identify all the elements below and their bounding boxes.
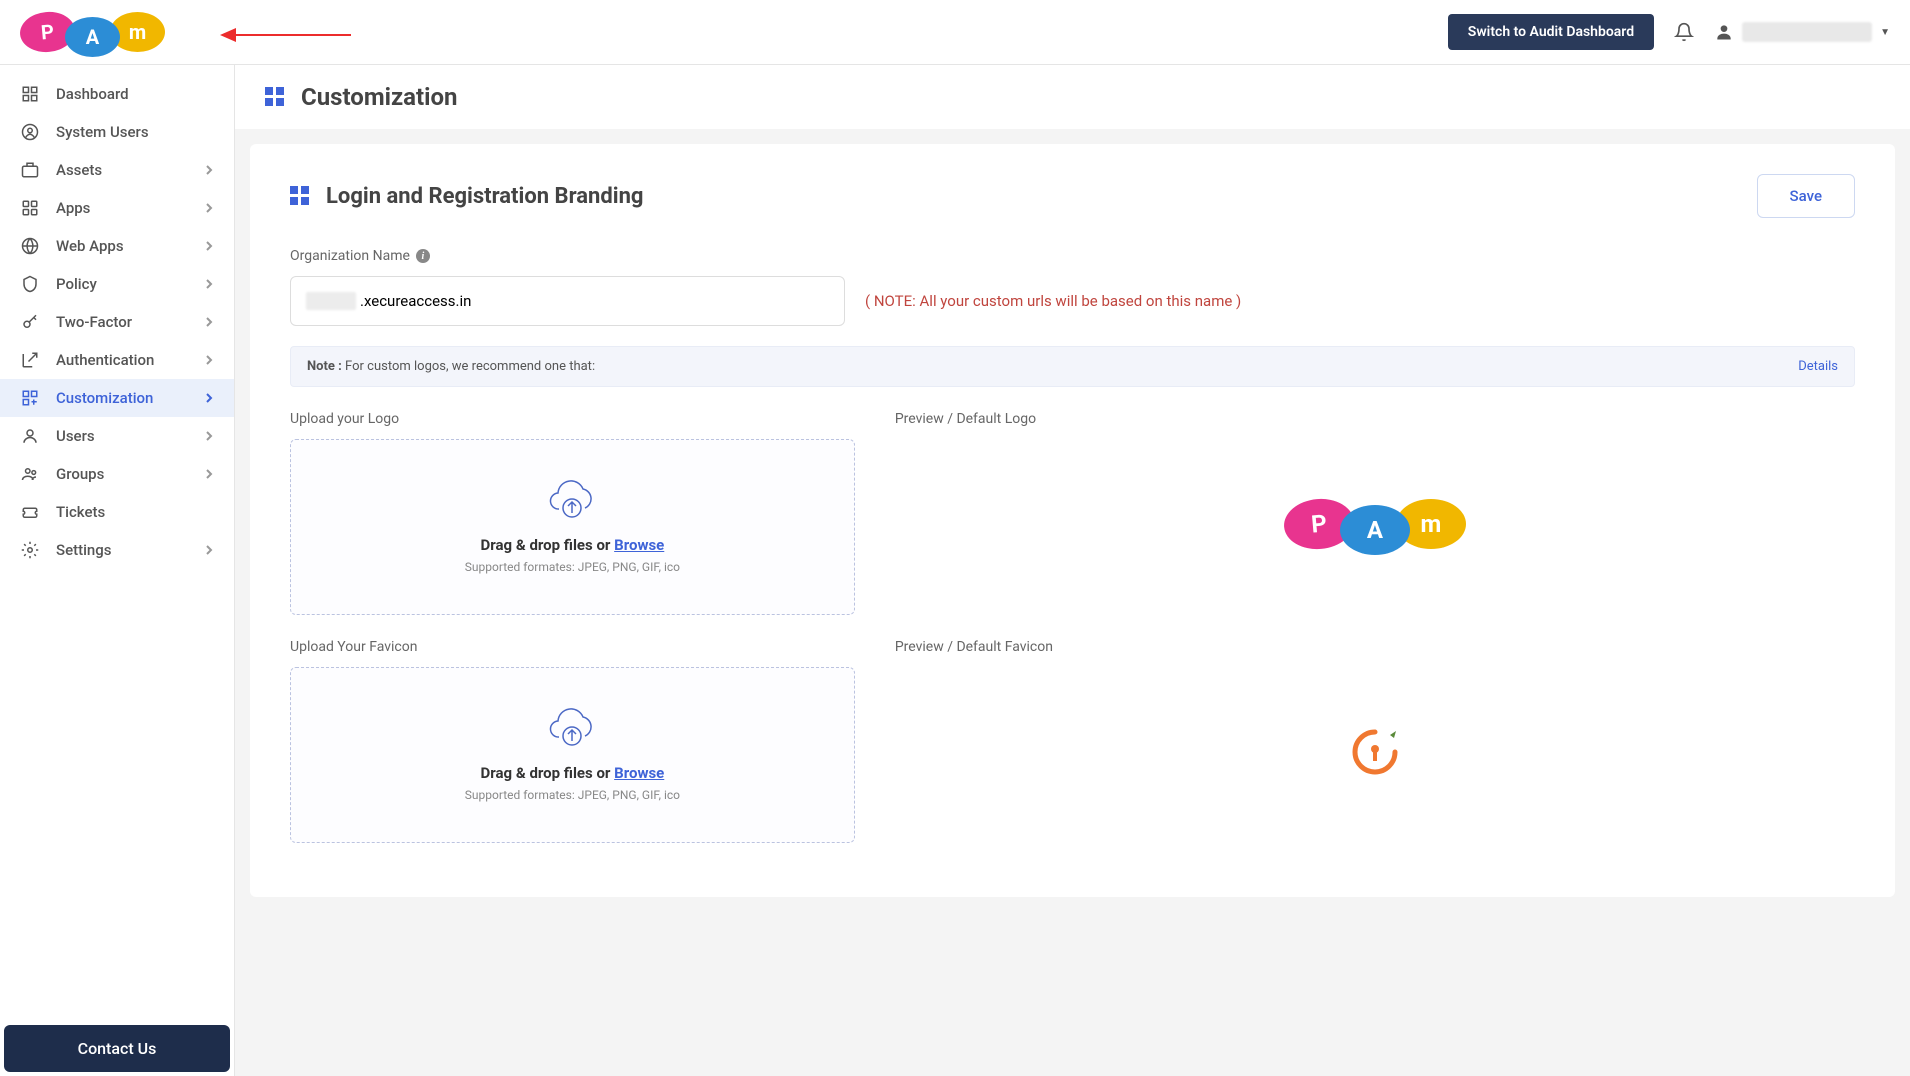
- sidebar-item-apps[interactable]: Apps: [0, 189, 234, 227]
- authentication-icon: [20, 350, 40, 370]
- customization-icon: [20, 388, 40, 408]
- header-right: Switch to Audit Dashboard ▼: [1448, 14, 1890, 50]
- contact-us-button[interactable]: Contact Us: [4, 1025, 230, 1072]
- default-logo-image: P A m: [1284, 499, 1466, 549]
- page-title: Customization: [301, 83, 458, 111]
- org-name-label: Organization Name i: [290, 248, 1855, 264]
- default-favicon-image: [1350, 727, 1400, 777]
- annotation-arrow: [220, 28, 351, 42]
- settings-icon: [20, 540, 40, 560]
- upload-logo-label: Upload your Logo: [290, 411, 855, 427]
- sidebar-item-settings[interactable]: Settings: [0, 531, 234, 569]
- tiles-icon: [265, 87, 285, 107]
- org-name-input[interactable]: .xecureaccess.in: [290, 276, 845, 326]
- sidebar-item-web-apps[interactable]: Web Apps: [0, 227, 234, 265]
- user-icon: [1714, 22, 1734, 42]
- details-link[interactable]: Details: [1798, 359, 1838, 374]
- card-title: Login and Registration Branding: [326, 184, 644, 209]
- chevron-right-icon: [204, 545, 214, 555]
- dropzone-subtext: Supported formates: JPEG, PNG, GIF, ico: [311, 560, 834, 574]
- sidebar-item-two-factor[interactable]: Two-Factor: [0, 303, 234, 341]
- org-name-note: ( NOTE: All your custom urls will be bas…: [865, 292, 1241, 310]
- favicon-preview: [895, 667, 1855, 837]
- sidebar-item-authentication[interactable]: Authentication: [0, 341, 234, 379]
- page-header: Customization: [235, 65, 1910, 129]
- logo-note-bar: Note : For custom logos, we recommend on…: [290, 346, 1855, 387]
- note-prefix: Note :: [307, 359, 342, 374]
- sidebar-item-system-users[interactable]: System Users: [0, 113, 234, 151]
- sidebar-item-users[interactable]: Users: [0, 417, 234, 455]
- sidebar-item-label: Two-Factor: [56, 313, 132, 331]
- policy-icon: [20, 274, 40, 294]
- sidebar-item-tickets[interactable]: Tickets: [0, 493, 234, 531]
- sidebar-item-groups[interactable]: Groups: [0, 455, 234, 493]
- preview-logo-label: Preview / Default Logo: [895, 411, 1855, 427]
- chevron-right-icon: [204, 469, 214, 479]
- sidebar-item-label: Groups: [56, 465, 104, 483]
- caret-down-icon: ▼: [1880, 27, 1890, 38]
- sidebar: Dashboard System Users Assets Apps Web Apps P…: [0, 65, 235, 1076]
- sidebar-item-label: Policy: [56, 275, 97, 293]
- chevron-right-icon: [204, 165, 214, 175]
- sidebar-item-label: Users: [56, 427, 95, 445]
- cloud-upload-icon: [311, 708, 834, 748]
- chevron-right-icon: [204, 317, 214, 327]
- chevron-right-icon: [204, 355, 214, 365]
- dropzone-text: Drag & drop files or Browse: [311, 536, 834, 554]
- branding-card: Login and Registration Branding Save Org…: [250, 144, 1895, 897]
- dropzone-subtext: Supported formates: JPEG, PNG, GIF, ico: [311, 788, 834, 802]
- chevron-right-icon: [204, 241, 214, 251]
- note-text: For custom logos, we recommend one that:: [342, 359, 595, 374]
- sidebar-item-label: Settings: [56, 541, 112, 559]
- sidebar-item-assets[interactable]: Assets: [0, 151, 234, 189]
- users-icon: [20, 426, 40, 446]
- header: P A m Switch to Audit Dashboard ▼: [0, 0, 1910, 65]
- tiles-icon: [290, 186, 310, 206]
- sidebar-item-label: System Users: [56, 123, 149, 141]
- sidebar-item-label: Assets: [56, 161, 102, 179]
- logo-ball-a: A: [65, 17, 120, 57]
- chevron-right-icon: [204, 203, 214, 213]
- sidebar-item-label: Tickets: [56, 503, 105, 521]
- sidebar-item-label: Dashboard: [56, 85, 129, 103]
- system-users-icon: [20, 122, 40, 142]
- sidebar-item-customization[interactable]: Customization: [0, 379, 234, 417]
- sidebar-item-dashboard[interactable]: Dashboard: [0, 75, 234, 113]
- card-header: Login and Registration Branding Save: [290, 174, 1855, 218]
- assets-icon: [20, 160, 40, 180]
- sidebar-item-label: Customization: [56, 389, 153, 407]
- upload-favicon-label: Upload Your Favicon: [290, 639, 855, 655]
- chevron-right-icon: [204, 393, 214, 403]
- save-button[interactable]: Save: [1757, 174, 1855, 218]
- info-icon[interactable]: i: [416, 249, 430, 263]
- org-name-value-redacted: [306, 292, 356, 310]
- notifications-icon[interactable]: [1674, 22, 1694, 42]
- groups-icon: [20, 464, 40, 484]
- sidebar-item-label: Web Apps: [56, 237, 124, 255]
- browse-link[interactable]: Browse: [614, 764, 664, 782]
- app-logo[interactable]: P A m: [20, 12, 165, 52]
- main-content: Customization Login and Registration Bra…: [235, 65, 1910, 1076]
- tickets-icon: [20, 502, 40, 522]
- user-menu[interactable]: ▼: [1714, 22, 1890, 42]
- sidebar-item-label: Authentication: [56, 351, 154, 369]
- sidebar-item-label: Apps: [56, 199, 90, 217]
- cloud-upload-icon: [311, 480, 834, 520]
- apps-icon: [20, 198, 40, 218]
- switch-audit-button[interactable]: Switch to Audit Dashboard: [1448, 14, 1654, 50]
- sidebar-item-policy[interactable]: Policy: [0, 265, 234, 303]
- browse-link[interactable]: Browse: [614, 536, 664, 554]
- dropzone-text: Drag & drop files or Browse: [311, 764, 834, 782]
- chevron-right-icon: [204, 431, 214, 441]
- preview-favicon-label: Preview / Default Favicon: [895, 639, 1855, 655]
- logo-preview: P A m: [895, 439, 1855, 609]
- favicon-dropzone[interactable]: Drag & drop files or Browse Supported fo…: [290, 667, 855, 843]
- web-apps-icon: [20, 236, 40, 256]
- org-name-suffix: .xecureaccess.in: [360, 292, 471, 310]
- dashboard-icon: [20, 84, 40, 104]
- chevron-right-icon: [204, 279, 214, 289]
- two-factor-icon: [20, 312, 40, 332]
- logo-dropzone[interactable]: Drag & drop files or Browse Supported fo…: [290, 439, 855, 615]
- user-name-redacted: [1742, 22, 1872, 42]
